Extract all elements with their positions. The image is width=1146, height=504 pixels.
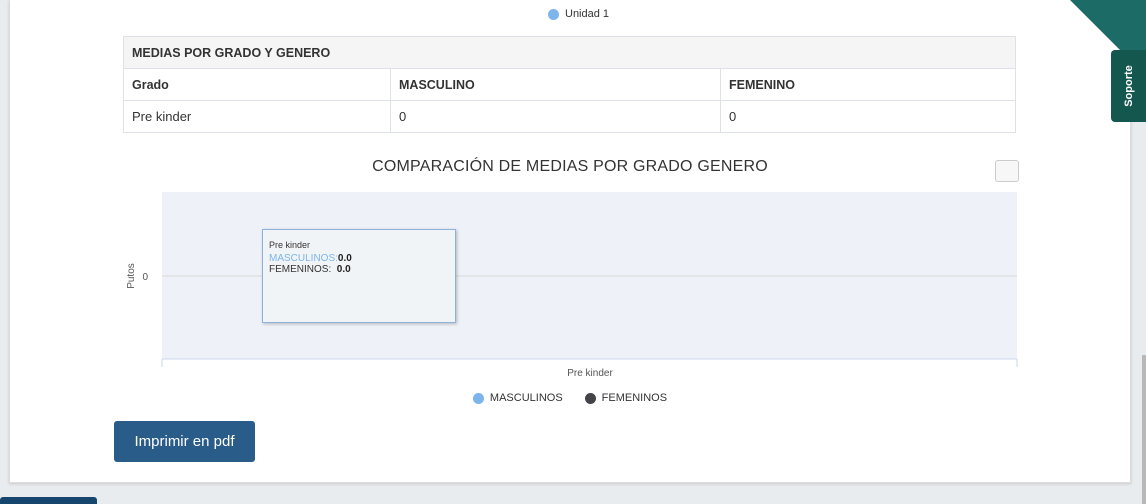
legend-label-femeninos: FEMENINOS (601, 392, 668, 404)
bottom-tab[interactable] (0, 497, 97, 504)
chart-legend: MASCULINOS FEMENINOS (10, 392, 1130, 404)
header-femenino: FEMENINO (720, 68, 1016, 101)
report-card: Unidad 1 MEDIAS POR GRADO Y GENERO Grado… (9, 0, 1131, 483)
print-pdf-button[interactable]: Imprimir en pdf (114, 421, 255, 462)
top-legend-label: Unidad 1 (565, 8, 610, 20)
tooltip-row-masculinos: MASCULINOS:0.0 (269, 253, 449, 264)
header-masculino: MASCULINO (390, 68, 721, 101)
cell-grado: Pre kinder (123, 100, 391, 133)
table-caption: MEDIAS POR GRADO Y GENERO (123, 36, 1016, 69)
tooltip-value-femeninos: 0.0 (336, 264, 351, 275)
y-tick-label: 0 (142, 272, 148, 283)
cell-femenino: 0 (720, 100, 1016, 133)
chart-menu-icon[interactable] (995, 160, 1019, 182)
support-label: Soporte (1122, 65, 1135, 107)
scrollbar[interactable] (1142, 355, 1146, 504)
support-tab[interactable]: Soporte (1111, 50, 1146, 122)
tooltip-value-masculinos: 0.0 (337, 253, 352, 264)
medias-chart: 0 Putos Pre kinder (126, 192, 1018, 379)
x-tick-label: Pre kinder (567, 368, 613, 379)
legend-item-masculinos[interactable]: MASCULINOS (472, 392, 563, 404)
header-grado: Grado (123, 68, 391, 101)
medias-table: MEDIAS POR GRADO Y GENERO Grado MASCULIN… (123, 36, 1016, 133)
top-legend-item[interactable]: Unidad 1 (548, 8, 609, 20)
legend-dot-icon (584, 392, 596, 404)
table-row: Pre kinder 0 0 (123, 100, 1016, 133)
cell-masculino: 0 (390, 100, 721, 133)
legend-label-masculinos: MASCULINOS (489, 392, 563, 404)
legend-item-femeninos[interactable]: FEMENINOS (584, 392, 668, 404)
y-axis-label: Putos (126, 263, 137, 289)
tooltip-label-masculinos: MASCULINOS: (269, 253, 338, 264)
chart-tooltip: Pre kinder MASCULINOS:0.0 FEMENINOS: 0.0 (262, 229, 456, 323)
tooltip-row-femeninos: FEMENINOS: 0.0 (269, 264, 449, 275)
tooltip-header: Pre kinder (269, 240, 311, 250)
legend-dot-icon (472, 392, 484, 404)
tooltip-label-femeninos: FEMENINOS: (269, 264, 332, 275)
legend-dot-icon (548, 8, 559, 20)
chart-title: COMPARACIÓN DE MEDIAS POR GRADO GENERO (372, 158, 768, 175)
